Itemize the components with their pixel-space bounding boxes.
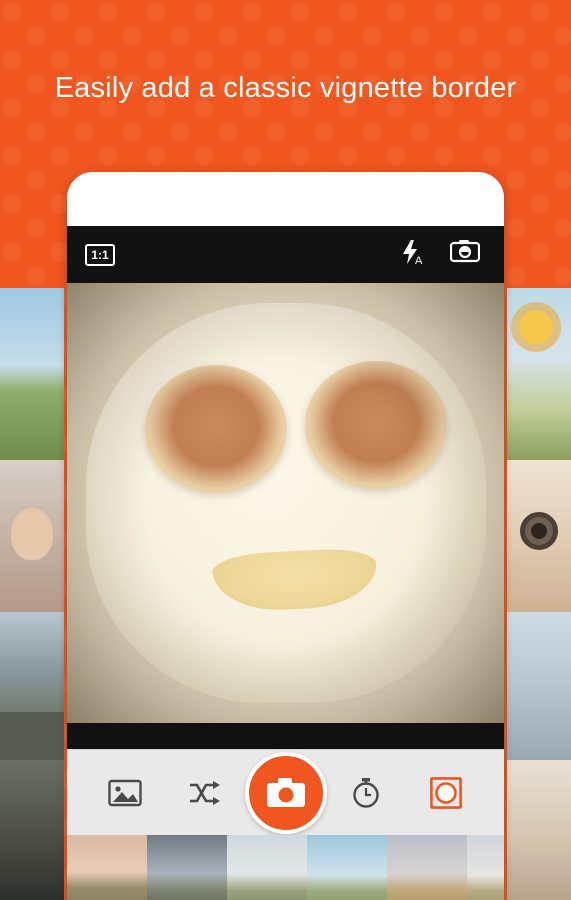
filter-thumbnail [227,835,307,900]
phone-top-bezel [67,172,504,226]
plate-shape [85,303,486,703]
camera-controls-bar [67,749,504,835]
filter-item-texas[interactable]: Texas [67,835,147,900]
collage-tile-dark [0,760,64,900]
lens-inner-shape [531,523,547,539]
shuffle-icon [190,780,221,805]
flash-auto-icon[interactable]: A [400,238,424,271]
svg-text:A: A [415,255,423,266]
filter-strip[interactable]: Texas Glam Xproii Pola 669 1977 H [67,835,504,900]
vignette-button[interactable] [418,776,474,809]
camera-top-bar: 1:1 A [67,226,504,283]
camera-viewfinder[interactable] [67,283,504,723]
collage-tile-camera [507,460,571,612]
filter-item-more[interactable]: H [467,835,504,900]
filter-item-xproii[interactable]: Xproii [227,835,307,900]
road-shape [0,712,64,760]
viewfinder-bottom-letterbox [67,723,504,749]
gallery-button[interactable] [97,778,153,808]
collage-tile-sky [0,288,64,460]
collage-tile-building [507,612,571,760]
face-shape [11,508,53,560]
filter-item-glam[interactable]: Glam [147,835,227,900]
gallery-icon [108,779,142,806]
collage-right [507,288,571,900]
filter-thumbnail [307,835,387,900]
shuffle-button[interactable] [177,779,233,807]
collage-tile-sunflower [507,288,571,460]
sunflower-center [519,310,553,344]
filter-thumbnail [67,835,147,900]
camera-icon [266,777,305,807]
collage-tile-street [0,612,64,760]
filter-item-1977[interactable]: 1977 [387,835,467,900]
screenshot-root: Easily add a classic vignette border 1:1 [0,0,571,900]
top-bar-actions: A [400,238,481,271]
pancake-left-shape [145,365,287,493]
filter-thumbnail [467,835,504,900]
shutter-button[interactable] [244,751,327,834]
collage-left [0,288,64,900]
switch-camera-icon[interactable] [449,239,481,270]
timer-icon [352,777,379,808]
aspect-ratio-button[interactable]: 1:1 [85,243,115,266]
filter-thumbnail [147,835,227,900]
pancake-right-shape [305,361,447,489]
phone-mockup: 1:1 A [67,172,504,900]
collage-tile-warm [507,760,571,900]
page-title: Easily add a classic vignette border [54,72,517,104]
collage-tile-portrait [0,460,64,612]
timer-button[interactable] [338,777,394,809]
filter-item-pola-669[interactable]: Pola 669 [307,835,387,900]
filter-thumbnail [387,835,467,900]
vignette-icon [429,776,462,809]
